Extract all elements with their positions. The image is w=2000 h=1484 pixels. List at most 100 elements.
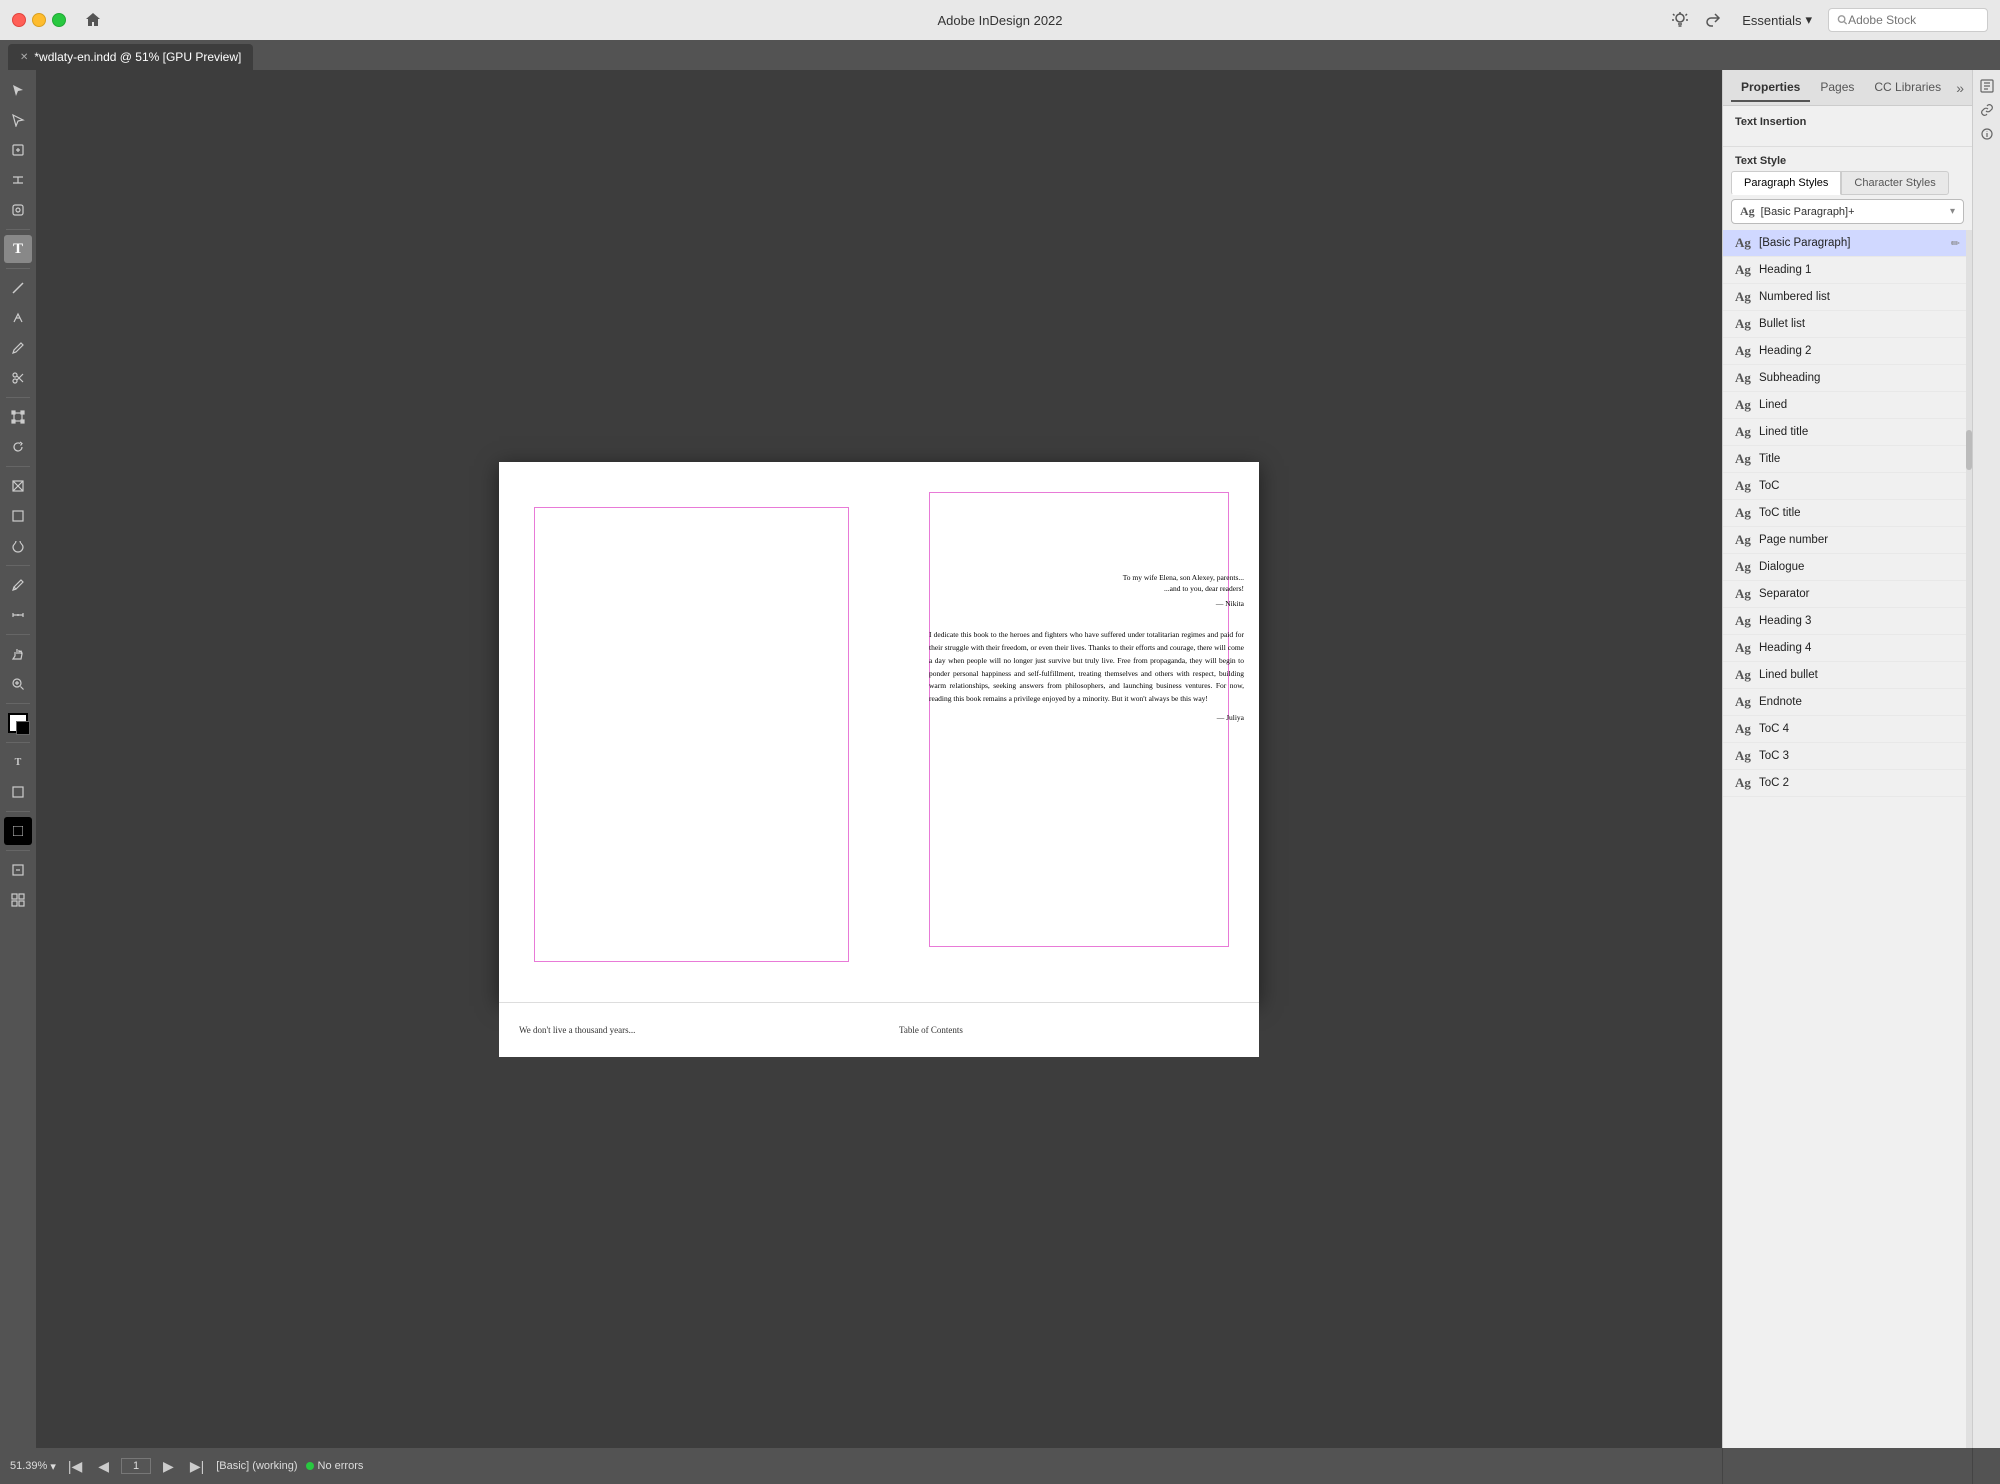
eyedropper-tool[interactable] [4,571,32,599]
rectangle-tool[interactable] [4,502,32,530]
character-styles-tab[interactable]: Character Styles [1841,171,1948,195]
content-collector-tool[interactable] [4,196,32,224]
measure-tool[interactable] [4,601,32,629]
toolbar-divider-7 [6,703,30,704]
style-item-title[interactable]: Ag Title [1723,446,1972,473]
close-button[interactable] [12,13,26,27]
scrollbar-thumb[interactable] [1966,430,1972,470]
search-input[interactable] [1848,13,1979,27]
share-icon[interactable] [1702,8,1726,32]
styles-list[interactable]: Ag [Basic Paragraph] ✏ Ag Heading 1 Ag N… [1723,230,1972,1448]
style-name-heading1: Heading 1 [1759,264,1960,276]
free-transform-tool[interactable] [4,403,32,431]
properties-icon[interactable] [1977,76,1997,96]
style-item-heading2[interactable]: Ag Heading 2 [1723,338,1972,365]
minimize-button[interactable] [32,13,46,27]
direct-selection-tool[interactable] [4,106,32,134]
style-item-lined[interactable]: Ag Lined [1723,392,1972,419]
next-page-button[interactable]: ▶ [159,1456,178,1477]
selection-tool[interactable] [4,76,32,104]
style-name-title: Title [1759,453,1960,465]
formatting-affects-container[interactable] [4,778,32,806]
right-edge-icons [1972,70,2000,1448]
style-item-separator[interactable]: Ag Separator [1723,581,1972,608]
fill-color-box[interactable] [8,713,28,733]
tab-properties[interactable]: Properties [1731,74,1810,102]
grid-view-tool[interactable] [4,886,32,914]
current-style-selector[interactable]: Ag [Basic Paragraph]+ ▾ [1731,199,1964,224]
line-tool[interactable] [4,274,32,302]
tab-close-icon[interactable]: ✕ [20,52,28,63]
zoom-tool[interactable] [4,670,32,698]
toolbar-divider-6 [6,634,30,635]
fill-color[interactable] [4,709,32,737]
position-tool[interactable] [4,856,32,884]
pathfinder-tool[interactable] [4,532,32,560]
style-item-numbered-list[interactable]: Ag Numbered list [1723,284,1972,311]
workspace-label: Essentials [1742,13,1801,28]
links-icon[interactable] [1977,100,1997,120]
canvas-area[interactable]: To my wife Elena, son Alexey, parents...… [36,70,1722,1448]
edit-style-icon[interactable]: ✏ [1951,237,1960,250]
zoom-dropdown-arrow[interactable]: ▾ [50,1460,56,1473]
type-tool[interactable]: T [4,235,32,263]
style-item-toc2[interactable]: Ag ToC 2 [1723,770,1972,797]
style-item-toc4[interactable]: Ag ToC 4 [1723,716,1972,743]
style-ag: Ag [1735,478,1759,494]
style-item-bullet-list[interactable]: Ag Bullet list [1723,311,1972,338]
style-ag: Ag [1735,505,1759,521]
bottom-left-text: We don't live a thousand years... [519,1025,635,1035]
page-left[interactable] [499,462,879,1002]
page-spread-wrapper: To my wife Elena, son Alexey, parents...… [36,70,1722,1448]
style-item-toc-title[interactable]: Ag ToC title [1723,500,1972,527]
style-item-basic-paragraph[interactable]: Ag [Basic Paragraph] ✏ [1723,230,1972,257]
style-item-lined-bullet[interactable]: Ag Lined bullet [1723,662,1972,689]
page-number-input[interactable] [121,1458,151,1474]
tab-pages[interactable]: Pages [1810,74,1864,102]
page-tool[interactable] [4,136,32,164]
style-item-page-number[interactable]: Ag Page number [1723,527,1972,554]
maximize-button[interactable] [52,13,66,27]
document-tab[interactable]: ✕ *wdlaty-en.indd @ 51% [GPU Preview] [8,44,253,70]
rectangle-frame-tool[interactable] [4,472,32,500]
style-item-toc[interactable]: Ag ToC [1723,473,1972,500]
bottom-right-text: Table of Contents [899,1025,963,1035]
style-item-heading3[interactable]: Ag Heading 3 [1723,608,1972,635]
style-item-endnote[interactable]: Ag Endnote [1723,689,1972,716]
text-frame-left[interactable] [534,507,849,962]
home-button[interactable] [82,9,104,31]
style-item-dialogue[interactable]: Ag Dialogue [1723,554,1972,581]
hand-tool[interactable] [4,640,32,668]
formatting-affects-text[interactable]: T [4,748,32,776]
tab-cc-libraries-label: CC Libraries [1874,80,1941,94]
style-ag: Ag [1735,775,1759,791]
pencil-tool[interactable] [4,334,32,362]
preview-mode[interactable] [4,817,32,845]
lightbulb-icon[interactable] [1668,8,1692,32]
style-item-heading4[interactable]: Ag Heading 4 [1723,635,1972,662]
toolbar-divider-4 [6,466,30,467]
style-name-toc2: ToC 2 [1759,777,1960,789]
search-bar[interactable] [1828,8,1988,32]
rotate-tool[interactable] [4,433,32,461]
style-item-heading1[interactable]: Ag Heading 1 [1723,257,1972,284]
style-ag: Ag [1735,694,1759,710]
paragraph-styles-label: Paragraph Styles [1744,177,1828,189]
paragraph-styles-tab[interactable]: Paragraph Styles [1731,171,1841,195]
page-right[interactable]: To my wife Elena, son Alexey, parents...… [879,462,1259,1002]
workspace-selector[interactable]: Essentials ▾ [1736,10,1818,30]
prev-page-button[interactable]: ◀ [94,1456,113,1477]
bottom-bar: 51.39% ▾ |◀ ◀ ▶ ▶| [Basic] (working) No … [0,1448,2000,1484]
style-item-lined-title[interactable]: Ag Lined title [1723,419,1972,446]
pen-tool[interactable] [4,304,32,332]
scissors-tool[interactable] [4,364,32,392]
last-page-button[interactable]: ▶| [186,1456,208,1477]
style-item-toc3[interactable]: Ag ToC 3 [1723,743,1972,770]
first-page-button[interactable]: |◀ [64,1456,86,1477]
current-style-ag: Ag [1740,204,1755,219]
info-icon[interactable] [1977,124,1997,144]
gap-tool[interactable] [4,166,32,194]
tab-cc-libraries[interactable]: CC Libraries [1864,74,1951,102]
panel-expand-button[interactable]: » [1956,80,1964,96]
style-item-subheading[interactable]: Ag Subheading [1723,365,1972,392]
